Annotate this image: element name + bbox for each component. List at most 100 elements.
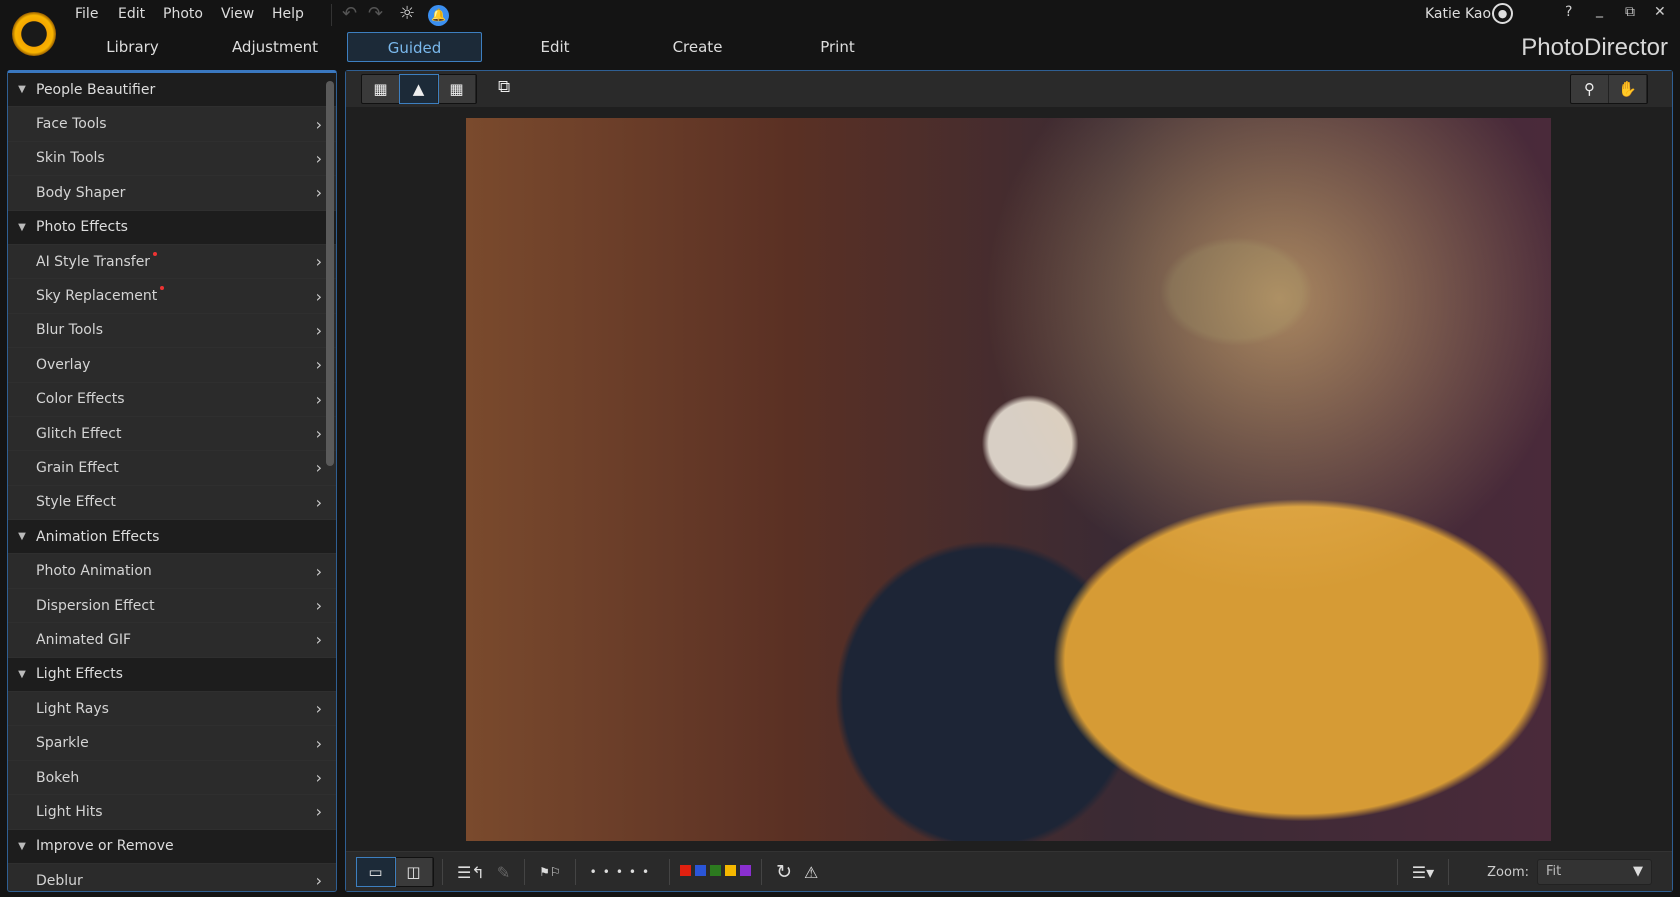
divider xyxy=(442,859,443,885)
grid-view-icon[interactable]: ▦ xyxy=(438,75,476,103)
zoom-select[interactable]: Fit ▼ xyxy=(1537,859,1652,885)
divider xyxy=(1396,859,1398,885)
redo-icon[interactable]: ↷ xyxy=(368,3,383,24)
chevron-right-icon: › xyxy=(315,630,322,650)
group-header[interactable]: ▼ Photo Effects xyxy=(8,210,336,245)
brand-title: PhotoDirector xyxy=(1521,34,1668,61)
flag-icons[interactable]: ⚑⚐ xyxy=(539,865,561,879)
sort-menu-icon[interactable]: ☰▾ xyxy=(1412,863,1434,882)
tool-label: Face Tools xyxy=(8,116,107,132)
sidebar-tool-item[interactable]: Light Hits › xyxy=(8,795,336,830)
tool-label-text: Color Effects xyxy=(36,391,125,408)
single-layout-icon[interactable]: ▭ xyxy=(356,857,396,887)
stack-rotate-icon[interactable]: ☰↰ xyxy=(457,863,485,882)
chevron-right-icon: › xyxy=(315,320,322,340)
compare-screen-icon[interactable]: ⧉ xyxy=(498,77,510,97)
sidebar-tool-item[interactable]: Body Shaper › xyxy=(8,176,336,211)
filmstrip-view-icon[interactable]: ▦ xyxy=(362,75,400,103)
tab-create[interactable]: Create xyxy=(660,32,735,62)
settings-icon[interactable]: ☼ xyxy=(399,3,415,24)
tool-label: Bokeh xyxy=(8,770,79,786)
split-layout-icon[interactable]: ◫ xyxy=(395,858,433,886)
tool-label: AI Style Transfer xyxy=(8,251,158,270)
sidebar-tool-item[interactable]: Style Effect › xyxy=(8,485,336,521)
sidebar-tool-item[interactable]: Sparkle › xyxy=(8,726,336,761)
tool-label: Deblur xyxy=(8,873,83,889)
photo-viewer: ▦ ▲ ▦ ⧉ ⚲ ✋ ▭ ◫ ☰↰ ✎ ⚑⚐ ••••• ↻ ⚠ ☰▾ Zoo… xyxy=(345,70,1673,892)
warning-preview-icon[interactable]: ⚠ xyxy=(804,863,818,882)
sidebar-tool-item[interactable]: Glitch Effect › xyxy=(8,416,336,452)
divider xyxy=(761,859,763,885)
color-label-swatch[interactable] xyxy=(725,865,737,876)
tool-label-text: Sparkle xyxy=(36,735,89,752)
sidebar-tool-item[interactable]: Light Rays › xyxy=(8,692,336,727)
tab-adjustment[interactable]: Adjustment xyxy=(210,32,340,62)
sidebar-tool-item[interactable]: Sky Replacement › xyxy=(8,279,336,314)
chevron-right-icon: › xyxy=(315,148,322,168)
menu-file[interactable]: File xyxy=(75,6,98,22)
sidebar-tool-item[interactable]: Face Tools › xyxy=(8,107,336,142)
tab-print[interactable]: Print xyxy=(805,32,870,62)
tool-label-text: Body Shaper xyxy=(36,184,126,201)
help-button[interactable]: ? xyxy=(1565,4,1572,20)
tab-library[interactable]: Library xyxy=(90,32,175,62)
user-account-icon[interactable]: ● xyxy=(1492,3,1513,24)
rotate-icon[interactable]: ↻ xyxy=(776,861,792,883)
tool-label-text: Glitch Effect xyxy=(36,425,122,442)
sidebar-scrollbar[interactable] xyxy=(326,81,334,466)
tool-label: Dispersion Effect xyxy=(8,598,155,614)
chevron-right-icon: › xyxy=(315,286,322,306)
menu-view[interactable]: View xyxy=(221,6,254,22)
sidebar-tool-item[interactable]: Overlay › xyxy=(8,348,336,383)
sidebar-tool-item[interactable]: Deblur › xyxy=(8,863,336,891)
pan-hand-icon[interactable]: ✋ xyxy=(1609,75,1647,103)
color-label-swatch[interactable] xyxy=(695,865,707,876)
menu-help[interactable]: Help xyxy=(272,6,304,22)
restore-button[interactable]: ⧉ xyxy=(1625,4,1635,20)
single-view-icon[interactable]: ▲ xyxy=(399,74,439,104)
color-label-swatch[interactable] xyxy=(680,865,692,876)
sidebar-tool-item[interactable]: Photo Animation › xyxy=(8,554,336,589)
tool-label: Light Hits xyxy=(8,804,103,820)
sidebar-tool-item[interactable]: Bokeh › xyxy=(8,760,336,796)
tab-guided[interactable]: Guided xyxy=(347,32,482,62)
tool-label-text: Style Effect xyxy=(36,494,116,511)
tool-label-text: Blur Tools xyxy=(36,322,104,339)
chevron-right-icon: › xyxy=(315,114,322,134)
minimize-button[interactable]: _ xyxy=(1596,2,1603,18)
rating-dots[interactable]: ••••• xyxy=(590,865,655,879)
sidebar-tool-item[interactable]: Animated GIF › xyxy=(8,623,336,658)
tool-label: Blur Tools xyxy=(8,322,103,338)
edit-pencil-icon[interactable]: ✎ xyxy=(497,863,510,882)
divider xyxy=(524,859,526,885)
group-header[interactable]: ▼ People Beautifier xyxy=(8,73,336,108)
menu-edit[interactable]: Edit xyxy=(118,6,145,22)
chevron-right-icon: › xyxy=(315,183,322,203)
tool-label-text: Dispersion Effect xyxy=(36,597,155,614)
undo-icon[interactable]: ↶ xyxy=(342,3,357,24)
group-header[interactable]: ▼ Improve or Remove xyxy=(8,829,336,864)
user-name[interactable]: Katie Kao xyxy=(1425,6,1491,22)
group-label: Photo Effects xyxy=(36,219,128,236)
sidebar-tool-item[interactable]: Skin Tools › xyxy=(8,141,336,177)
zoom-magnifier-icon[interactable]: ⚲ xyxy=(1571,75,1609,103)
color-label-swatch[interactable] xyxy=(710,865,722,876)
sidebar-tool-item[interactable]: Grain Effect › xyxy=(8,451,336,486)
sidebar-tool-item[interactable]: Color Effects › xyxy=(8,382,336,417)
chevron-right-icon: › xyxy=(315,871,322,891)
sidebar-tool-item[interactable]: Dispersion Effect › xyxy=(8,588,336,624)
color-label-swatch[interactable] xyxy=(740,865,752,876)
sidebar-tool-item[interactable]: AI Style Transfer › xyxy=(8,244,336,280)
tool-label-text: Grain Effect xyxy=(36,459,119,476)
notification-bell-icon[interactable]: 🔔 xyxy=(428,5,449,26)
triangle-down-icon: ▼ xyxy=(18,668,26,680)
sidebar-tool-item[interactable]: Blur Tools › xyxy=(8,313,336,349)
close-button[interactable]: ✕ xyxy=(1654,4,1666,20)
tab-edit[interactable]: Edit xyxy=(520,32,590,62)
group-header[interactable]: ▼ Animation Effects xyxy=(8,520,336,555)
chevron-right-icon: › xyxy=(315,355,322,375)
tool-label: Glitch Effect xyxy=(8,426,121,442)
tool-label-text: AI Style Transfer xyxy=(36,253,151,270)
group-header[interactable]: ▼ Light Effects xyxy=(8,657,336,693)
menu-photo[interactable]: Photo xyxy=(163,6,203,22)
